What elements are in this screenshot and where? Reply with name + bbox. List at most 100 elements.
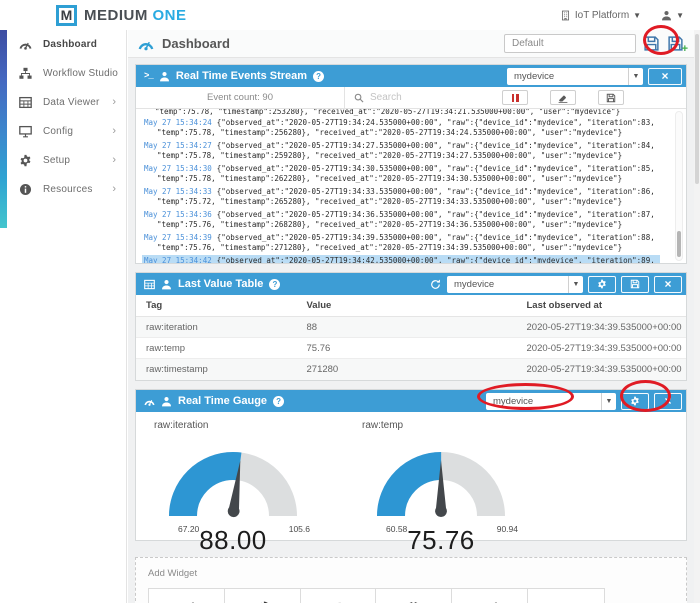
save-dashboard-button[interactable] — [643, 35, 660, 52]
close-widget-button[interactable]: × — [654, 392, 682, 410]
log-timestamp: May 27 15:34:24 — [144, 118, 212, 127]
eraser-icon — [558, 95, 568, 103]
sidebar-item-workflow-studio[interactable]: Workflow Studio — [0, 59, 126, 88]
log-json: "temp":75.72, "timestamp":265280}, "rece… — [157, 197, 623, 206]
sidebar-item-label: Data Viewer — [43, 97, 100, 108]
log-json: {"observed_at":"2020-05-27T19:34:30.5350… — [216, 164, 655, 173]
gauge-raw-temp: raw:temp 60.58 90.94 75.76 — [356, 418, 548, 555]
desktop-icon — [19, 125, 32, 138]
widget-type-grid — [148, 588, 605, 603]
help-icon[interactable]: ? — [273, 395, 285, 407]
log-timestamp: May 27 15:34:42 — [144, 256, 212, 263]
brand-name: MEDIUM ONE — [84, 7, 187, 24]
gauge-min-label: 67.20 — [178, 524, 200, 534]
table-header-row: Tag Value Last observed at — [136, 295, 686, 317]
user-menu[interactable]: ▼ — [661, 10, 684, 21]
search-input[interactable] — [370, 92, 502, 103]
workflow-icon — [19, 67, 32, 79]
log-json: {"observed_at":"2020-05-27T19:34:36.5350… — [216, 210, 655, 219]
column-header-tag: Tag — [146, 300, 163, 311]
chevron-down-icon: ▼ — [676, 10, 684, 20]
table-row: raw:timestamp 271280 2020-05-27T19:34:39… — [136, 359, 686, 380]
log-timestamp: May 27 15:34:30 — [144, 164, 212, 173]
column-header-value: Value — [306, 300, 332, 311]
platform-menu[interactable]: IoT Platform ▼ — [560, 10, 641, 21]
add-list-widget-button[interactable] — [528, 589, 604, 603]
widget-settings-button[interactable] — [621, 392, 649, 410]
chevron-right-icon: › — [112, 154, 116, 166]
widget-title: Real Time Events Stream — [175, 70, 308, 82]
page-title: Dashboard — [162, 36, 230, 51]
search-icon — [354, 93, 364, 102]
help-icon[interactable]: ? — [269, 278, 281, 290]
chevron-down-icon: ▼ — [633, 10, 642, 20]
sidebar-item-config[interactable]: Config › — [0, 117, 126, 146]
gauge-label: raw:temp — [362, 420, 404, 431]
log-entry: May 27 15:34:36 {"observed_at":"2020-05-2… — [142, 209, 660, 231]
add-widget-section: Add Widget — [135, 557, 687, 603]
gauge-min-label: 60.58 — [386, 524, 408, 534]
chevron-down-icon: ▼ — [601, 392, 616, 410]
events-log[interactable]: "temp":75.78, "timestamp":253280}, "rece… — [136, 109, 686, 263]
save-stream-button[interactable] — [598, 90, 624, 105]
table-device-select[interactable]: mydevice ▼ — [447, 275, 583, 293]
last-value-table-widget: Last Value Table ? mydevice ▼ × Tag Valu… — [135, 272, 687, 381]
user-icon — [162, 396, 171, 406]
widget-title: Last Value Table — [178, 278, 264, 290]
table-row: raw:iteration 88 2020-05-27T19:34:39.535… — [136, 317, 686, 338]
sidebar-item-label: Setup — [43, 155, 71, 166]
dashboard-icon — [19, 42, 32, 50]
pause-stream-button[interactable] — [502, 90, 528, 105]
log-json: {"observed_at":"2020-05-27T19:34:33.5350… — [216, 187, 655, 196]
cell-last-observed: 2020-05-27T19:34:39.535000+00:00 — [526, 364, 682, 375]
sidebar-item-dashboard[interactable]: Dashboard — [0, 30, 126, 59]
events-stream-widget: >_ Real Time Events Stream ? mydevice ▼ … — [135, 64, 687, 264]
page-scrollbar[interactable] — [694, 30, 700, 603]
brand-secondary: ONE — [152, 6, 187, 24]
sidebar-item-label: Dashboard — [43, 39, 98, 50]
add-line-chart-widget-button[interactable] — [149, 589, 225, 603]
log-entry-selected: May 27 15:34:42 {"observed_at":"2020-05-2… — [142, 255, 660, 263]
save-as-new-dashboard-button[interactable]: + — [667, 35, 688, 55]
brand-mark-icon: M — [56, 4, 77, 26]
close-widget-button[interactable]: × — [648, 67, 682, 85]
add-pie-chart-widget-button[interactable] — [224, 589, 301, 603]
table-icon — [144, 279, 155, 289]
widget-save-button[interactable] — [621, 275, 649, 293]
log-json: {"observed_at":"2020-05-27T19:34:42.5350… — [216, 256, 655, 263]
building-icon — [561, 10, 569, 20]
log-scrollbar-thumb[interactable] — [677, 231, 681, 257]
gauge-dial — [377, 452, 505, 518]
page-scrollbar-thumb[interactable] — [695, 34, 699, 184]
add-trend-chart-widget-button[interactable] — [452, 589, 529, 603]
log-timestamp: May 27 15:34:39 — [144, 233, 212, 242]
clear-stream-button[interactable] — [550, 90, 576, 105]
sidebar-item-setup[interactable]: Setup › — [0, 146, 126, 175]
cell-tag: raw:temp — [146, 342, 186, 354]
gauge-device-select[interactable]: mydevice ▼ — [486, 392, 616, 410]
real-time-gauge-widget: Real Time Gauge ? mydevice ▼ × raw:itera… — [135, 389, 687, 555]
add-bar-chart-widget-button[interactable] — [300, 589, 377, 603]
dashboard-title-bar: Dashboard + — [128, 30, 694, 58]
log-scrollbar[interactable] — [675, 111, 683, 261]
chevron-right-icon: › — [112, 183, 116, 195]
help-icon[interactable]: ? — [313, 70, 325, 82]
log-entry-partial: "temp":75.78, "timestamp":253280}, "rece… — [155, 109, 621, 116]
log-json: {"observed_at":"2020-05-27T19:34:27.5350… — [216, 141, 655, 150]
events-stream-header: >_ Real Time Events Stream ? mydevice ▼ … — [136, 65, 686, 87]
sidebar-item-data-viewer[interactable]: Data Viewer › — [0, 88, 126, 117]
add-map-widget-button[interactable] — [376, 589, 453, 603]
close-widget-button[interactable]: × — [654, 275, 682, 293]
gauge-max-label: 90.94 — [496, 524, 518, 534]
events-device-select[interactable]: mydevice ▼ — [507, 67, 643, 85]
chevron-down-icon: ▼ — [568, 275, 583, 293]
log-json: {"observed_at":"2020-05-27T19:34:39.5350… — [216, 233, 655, 242]
dashboard-name-input[interactable] — [504, 34, 636, 53]
sidebar-item-resources[interactable]: Resources › — [0, 175, 126, 204]
widget-settings-button[interactable] — [588, 275, 616, 293]
refresh-icon[interactable] — [430, 279, 441, 290]
gauge-body: raw:iteration 67.20 105.6 88.00 raw:temp… — [136, 412, 686, 555]
table-row: raw:temp 75.76 2020-05-27T19:34:39.53500… — [136, 338, 686, 359]
gauge-raw-iteration: raw:iteration 67.20 105.6 88.00 — [148, 418, 340, 555]
dashboard-icon — [138, 41, 154, 50]
